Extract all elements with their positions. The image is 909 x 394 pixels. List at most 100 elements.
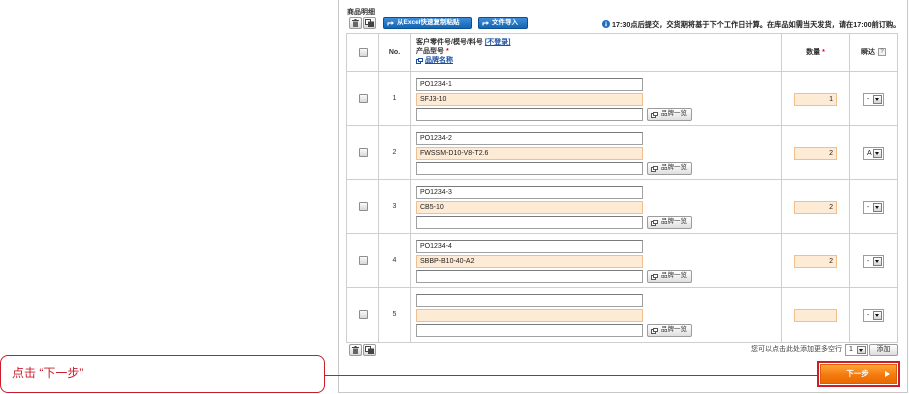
header-quantity: 数量 * bbox=[782, 34, 850, 71]
chevron-down-icon bbox=[857, 346, 866, 354]
brand-input[interactable] bbox=[416, 216, 643, 229]
delivery-cell: A bbox=[850, 126, 897, 179]
window-icon bbox=[651, 273, 658, 280]
model-input[interactable] bbox=[416, 201, 643, 214]
brand-name-link[interactable]: 品牌名称 bbox=[425, 56, 453, 65]
select-all-checkbox[interactable] bbox=[359, 48, 368, 57]
table-row: 1 品牌一览 - bbox=[347, 72, 897, 126]
brand-list-button[interactable]: 品牌一览 bbox=[647, 162, 692, 175]
next-step-button[interactable]: 下一步 bbox=[820, 364, 897, 384]
model-input[interactable] bbox=[416, 147, 643, 160]
brand-input[interactable] bbox=[416, 162, 643, 175]
delivery-select[interactable]: - bbox=[863, 93, 884, 106]
table-row: 4 品牌一览 - bbox=[347, 234, 897, 288]
chevron-down-icon bbox=[873, 311, 882, 320]
brand-list-button[interactable]: 品牌一览 bbox=[647, 216, 692, 229]
delivery-select[interactable]: A bbox=[863, 147, 884, 160]
add-rows-hint: 您可以点击此处添加更多空行 bbox=[751, 346, 842, 353]
add-row-count-value: 1 bbox=[849, 346, 853, 353]
copy-icon bbox=[365, 346, 374, 354]
window-icon bbox=[416, 57, 423, 64]
delivery-select-value: - bbox=[867, 204, 870, 211]
row-checkbox[interactable] bbox=[359, 148, 368, 157]
model-input[interactable] bbox=[416, 255, 643, 268]
part-number-input[interactable] bbox=[416, 294, 643, 307]
header-part-number-label: 客户零件号/模号/料号 bbox=[416, 39, 483, 46]
quantity-input[interactable] bbox=[794, 309, 837, 322]
window-icon bbox=[651, 111, 658, 118]
model-input[interactable] bbox=[416, 309, 643, 322]
delivery-select[interactable]: - bbox=[863, 309, 884, 322]
row-number: 4 bbox=[379, 234, 411, 287]
window-icon bbox=[651, 219, 658, 226]
no-register-link[interactable]: [不登录] bbox=[485, 38, 511, 47]
brand-input[interactable] bbox=[416, 324, 643, 337]
header-model-label: 产品型号 bbox=[416, 48, 444, 55]
row-checkbox[interactable] bbox=[359, 256, 368, 265]
checkbox-cell bbox=[347, 180, 379, 233]
brand-list-label: 品牌一览 bbox=[661, 272, 687, 280]
product-cell: 品牌一览 bbox=[411, 180, 782, 233]
row-checkbox[interactable] bbox=[359, 94, 368, 103]
help-icon[interactable]: ? bbox=[878, 48, 886, 57]
row-checkbox[interactable] bbox=[359, 202, 368, 211]
brand-list-button[interactable]: 品牌一览 bbox=[647, 324, 692, 337]
row-number: 1 bbox=[379, 72, 411, 125]
header-brand[interactable]: 品牌名称 bbox=[416, 56, 453, 65]
add-row-count-select[interactable]: 1 bbox=[845, 344, 868, 356]
callout-text: 点击 “下一步” bbox=[12, 366, 84, 380]
part-number-input[interactable] bbox=[416, 78, 643, 91]
header-delivery-label: 瞬达 bbox=[861, 49, 875, 56]
row-checkbox[interactable] bbox=[359, 310, 368, 319]
file-import-button[interactable]: 文件导入 bbox=[478, 17, 528, 29]
header-quantity-label: 数量 bbox=[806, 49, 821, 56]
row-number: 3 bbox=[379, 180, 411, 233]
delete-rows-button[interactable] bbox=[349, 17, 362, 29]
required-mark: * bbox=[446, 48, 449, 55]
table-header-row: No. 客户零件号/模号/料号 [不登录] 产品型号 * 品牌名称 数量 * 瞬达? bbox=[347, 34, 897, 72]
quantity-input[interactable] bbox=[794, 255, 837, 268]
add-rows-button[interactable]: 添加 bbox=[869, 344, 898, 356]
part-number-input[interactable] bbox=[416, 240, 643, 253]
paste-icon bbox=[387, 21, 394, 26]
excel-paste-label: 从Excel快速复制粘贴 bbox=[397, 18, 460, 26]
delivery-select-value: - bbox=[867, 312, 870, 319]
product-cell: 品牌一览 bbox=[411, 126, 782, 179]
copy-rows-button[interactable] bbox=[363, 17, 376, 29]
copy-icon bbox=[365, 19, 374, 27]
arrow-right-icon bbox=[885, 370, 890, 377]
quantity-input[interactable] bbox=[794, 201, 837, 214]
cutoff-notice: 17:30点后提交，交货期将基于下个工作日计算。在库品如需当天发货，请在17:0… bbox=[612, 20, 901, 29]
product-cell: 品牌一览 bbox=[411, 234, 782, 287]
product-cell: 品牌一览 bbox=[411, 72, 782, 125]
brand-input[interactable] bbox=[416, 108, 643, 121]
model-input[interactable] bbox=[416, 93, 643, 106]
checkbox-cell bbox=[347, 288, 379, 342]
checkbox-cell bbox=[347, 126, 379, 179]
brand-list-label: 品牌一览 bbox=[661, 218, 687, 226]
delete-rows-button-bottom[interactable] bbox=[349, 344, 362, 356]
delivery-cell: - bbox=[850, 288, 897, 342]
instruction-callout: 点击 “下一步” bbox=[0, 355, 325, 393]
import-icon bbox=[482, 21, 489, 26]
brand-input[interactable] bbox=[416, 270, 643, 283]
quantity-cell bbox=[782, 180, 850, 233]
chevron-down-icon bbox=[873, 257, 882, 266]
delivery-select[interactable]: - bbox=[863, 201, 884, 214]
row-number: 5 bbox=[379, 288, 411, 342]
excel-paste-button[interactable]: 从Excel快速复制粘贴 bbox=[383, 17, 472, 29]
part-number-input[interactable] bbox=[416, 132, 643, 145]
part-number-input[interactable] bbox=[416, 186, 643, 199]
checkbox-cell bbox=[347, 72, 379, 125]
quantity-input[interactable] bbox=[794, 147, 837, 160]
quantity-input[interactable] bbox=[794, 93, 837, 106]
copy-rows-button-bottom[interactable] bbox=[363, 344, 376, 356]
window-icon bbox=[651, 327, 658, 334]
brand-list-button[interactable]: 品牌一览 bbox=[647, 270, 692, 283]
header-delivery: 瞬达? bbox=[850, 34, 897, 71]
delivery-select[interactable]: - bbox=[863, 255, 884, 268]
header-part-number: 客户零件号/模号/料号 [不登录] bbox=[416, 38, 511, 47]
header-checkbox-cell bbox=[347, 34, 379, 71]
brand-list-button[interactable]: 品牌一览 bbox=[647, 108, 692, 121]
trash-icon bbox=[352, 346, 359, 354]
